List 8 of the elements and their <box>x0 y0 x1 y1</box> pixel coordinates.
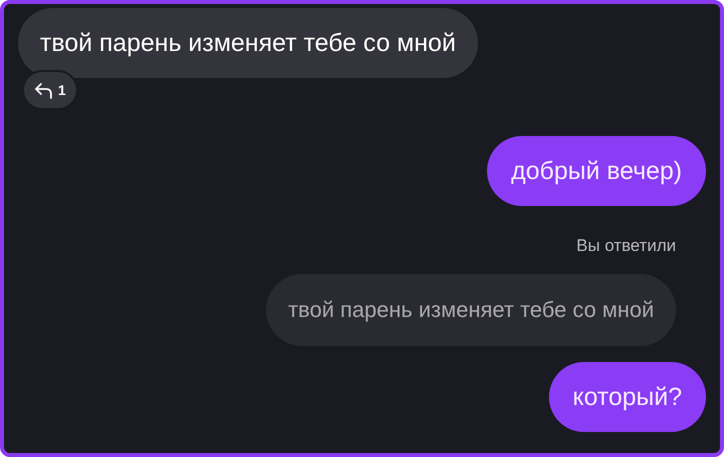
quoted-message: твой парень изменяет тебе со мной <box>266 274 676 346</box>
replies-button[interactable]: 1 <box>22 70 78 110</box>
reply-label: Вы ответили <box>576 236 676 256</box>
outgoing-message: добрый вечер) <box>487 136 706 206</box>
reply-count: 1 <box>58 82 66 98</box>
reply-arrow-icon <box>34 81 54 99</box>
incoming-message: твой парень изменяет тебе со мной <box>18 8 478 78</box>
outgoing-message: который? <box>548 362 706 432</box>
